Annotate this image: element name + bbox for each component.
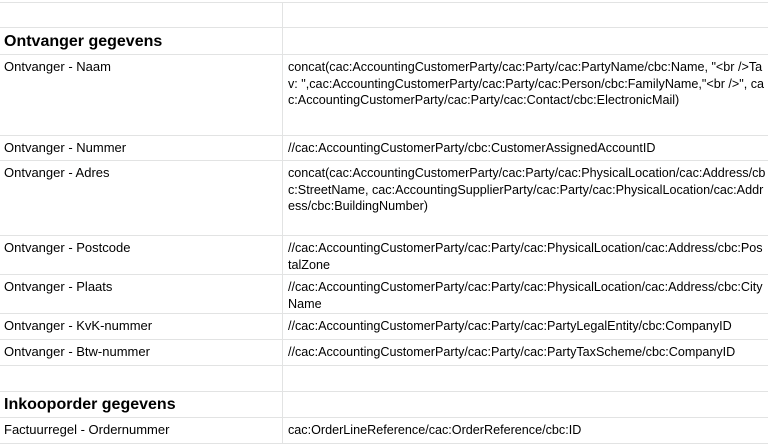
field-label: Ontvanger - Adres bbox=[4, 165, 110, 180]
table-row: Ontvanger - Plaats //cac:AccountingCusto… bbox=[0, 275, 768, 314]
field-label: Ontvanger - Nummer bbox=[4, 140, 127, 155]
grid-cell-label[interactable]: Ontvanger - KvK-nummer bbox=[0, 314, 283, 339]
grid-cell[interactable] bbox=[283, 3, 768, 27]
grid-cell-label[interactable]: Ontvanger - Nummer bbox=[0, 136, 283, 160]
table-row: Ontvanger - KvK-nummer //cac:AccountingC… bbox=[0, 314, 768, 340]
grid-cell[interactable] bbox=[283, 28, 768, 54]
section-title-receiver: Ontvanger gegevens bbox=[4, 33, 163, 50]
field-xpath: //cac:AccountingCustomerParty/cac:Party/… bbox=[288, 280, 763, 311]
grid-cell-label[interactable]: Ontvanger - Naam bbox=[0, 55, 283, 135]
field-label: Ontvanger - Postcode bbox=[4, 240, 131, 255]
table-row-empty bbox=[0, 366, 768, 392]
table-row-section-header: Ontvanger gegevens bbox=[0, 28, 768, 55]
table-row: Ontvanger - Btw-nummer //cac:AccountingC… bbox=[0, 340, 768, 366]
table-row: Ontvanger - Naam concat(cac:AccountingCu… bbox=[0, 55, 768, 136]
grid-cell-label[interactable]: Ontvanger - Plaats bbox=[0, 275, 283, 313]
table-row-empty bbox=[0, 3, 768, 28]
grid-cell[interactable]: Inkooporder gegevens bbox=[0, 392, 283, 417]
grid-cell-value[interactable]: concat(cac:AccountingCustomerParty/cac:P… bbox=[283, 161, 768, 235]
field-label: Ontvanger - Btw-nummer bbox=[4, 344, 150, 359]
grid-cell[interactable]: Ontvanger gegevens bbox=[0, 28, 283, 54]
field-xpath: //cac:AccountingCustomerParty/cac:Party/… bbox=[288, 345, 736, 359]
grid-cell-label[interactable]: Ontvanger - Adres bbox=[0, 161, 283, 235]
grid-cell-value[interactable]: //cac:AccountingCustomerParty/cac:Party/… bbox=[283, 236, 768, 274]
field-xpath: //cac:AccountingCustomerParty/cac:Party/… bbox=[288, 319, 732, 333]
table-row: Ontvanger - Postcode //cac:AccountingCus… bbox=[0, 236, 768, 275]
grid-cell-label[interactable]: Ontvanger - Postcode bbox=[0, 236, 283, 274]
field-xpath: //cac:AccountingCustomerParty/cbc:Custom… bbox=[288, 141, 656, 155]
field-xpath: concat(cac:AccountingCustomerParty/cac:P… bbox=[288, 60, 765, 107]
field-xpath: //cac:AccountingCustomerParty/cac:Party/… bbox=[288, 241, 763, 272]
grid-cell[interactable] bbox=[283, 392, 768, 417]
field-label: Ontvanger - Naam bbox=[4, 59, 111, 74]
grid-cell-value[interactable]: //cac:AccountingCustomerParty/cbc:Custom… bbox=[283, 136, 768, 160]
field-label: Factuurregel - Ordernummer bbox=[4, 422, 170, 437]
table-row-section-header: Inkooporder gegevens bbox=[0, 392, 768, 418]
field-label: Ontvanger - Plaats bbox=[4, 279, 113, 294]
grid-cell[interactable] bbox=[0, 3, 283, 27]
table-row: Ontvanger - Nummer //cac:AccountingCusto… bbox=[0, 136, 768, 161]
table-row: Ontvanger - Adres concat(cac:AccountingC… bbox=[0, 161, 768, 236]
field-label: Ontvanger - KvK-nummer bbox=[4, 318, 153, 333]
grid-cell-value[interactable]: //cac:AccountingCustomerParty/cac:Party/… bbox=[283, 340, 768, 365]
grid-cell-value[interactable]: //cac:AccountingCustomerParty/cac:Party/… bbox=[283, 275, 768, 313]
section-title-purchase-order: Inkooporder gegevens bbox=[4, 396, 176, 413]
grid-cell-value[interactable]: concat(cac:AccountingCustomerParty/cac:P… bbox=[283, 55, 768, 135]
grid-cell-value[interactable]: //cac:AccountingCustomerParty/cac:Party/… bbox=[283, 314, 768, 339]
grid-cell-label[interactable]: Ontvanger - Btw-nummer bbox=[0, 340, 283, 365]
grid-cell[interactable] bbox=[0, 366, 283, 391]
field-xpath: cac:OrderLineReference/cac:OrderReferenc… bbox=[288, 423, 582, 437]
table-row: Factuurregel - Ordernummer cac:OrderLine… bbox=[0, 418, 768, 444]
field-xpath: concat(cac:AccountingCustomerParty/cac:P… bbox=[288, 166, 766, 213]
grid-cell-value[interactable]: cac:OrderLineReference/cac:OrderReferenc… bbox=[283, 418, 768, 443]
grid-cell-label[interactable]: Factuurregel - Ordernummer bbox=[0, 418, 283, 443]
spreadsheet-grid: Ontvanger gegevens Ontvanger - Naam conc… bbox=[0, 0, 768, 446]
grid-cell[interactable] bbox=[283, 366, 768, 391]
